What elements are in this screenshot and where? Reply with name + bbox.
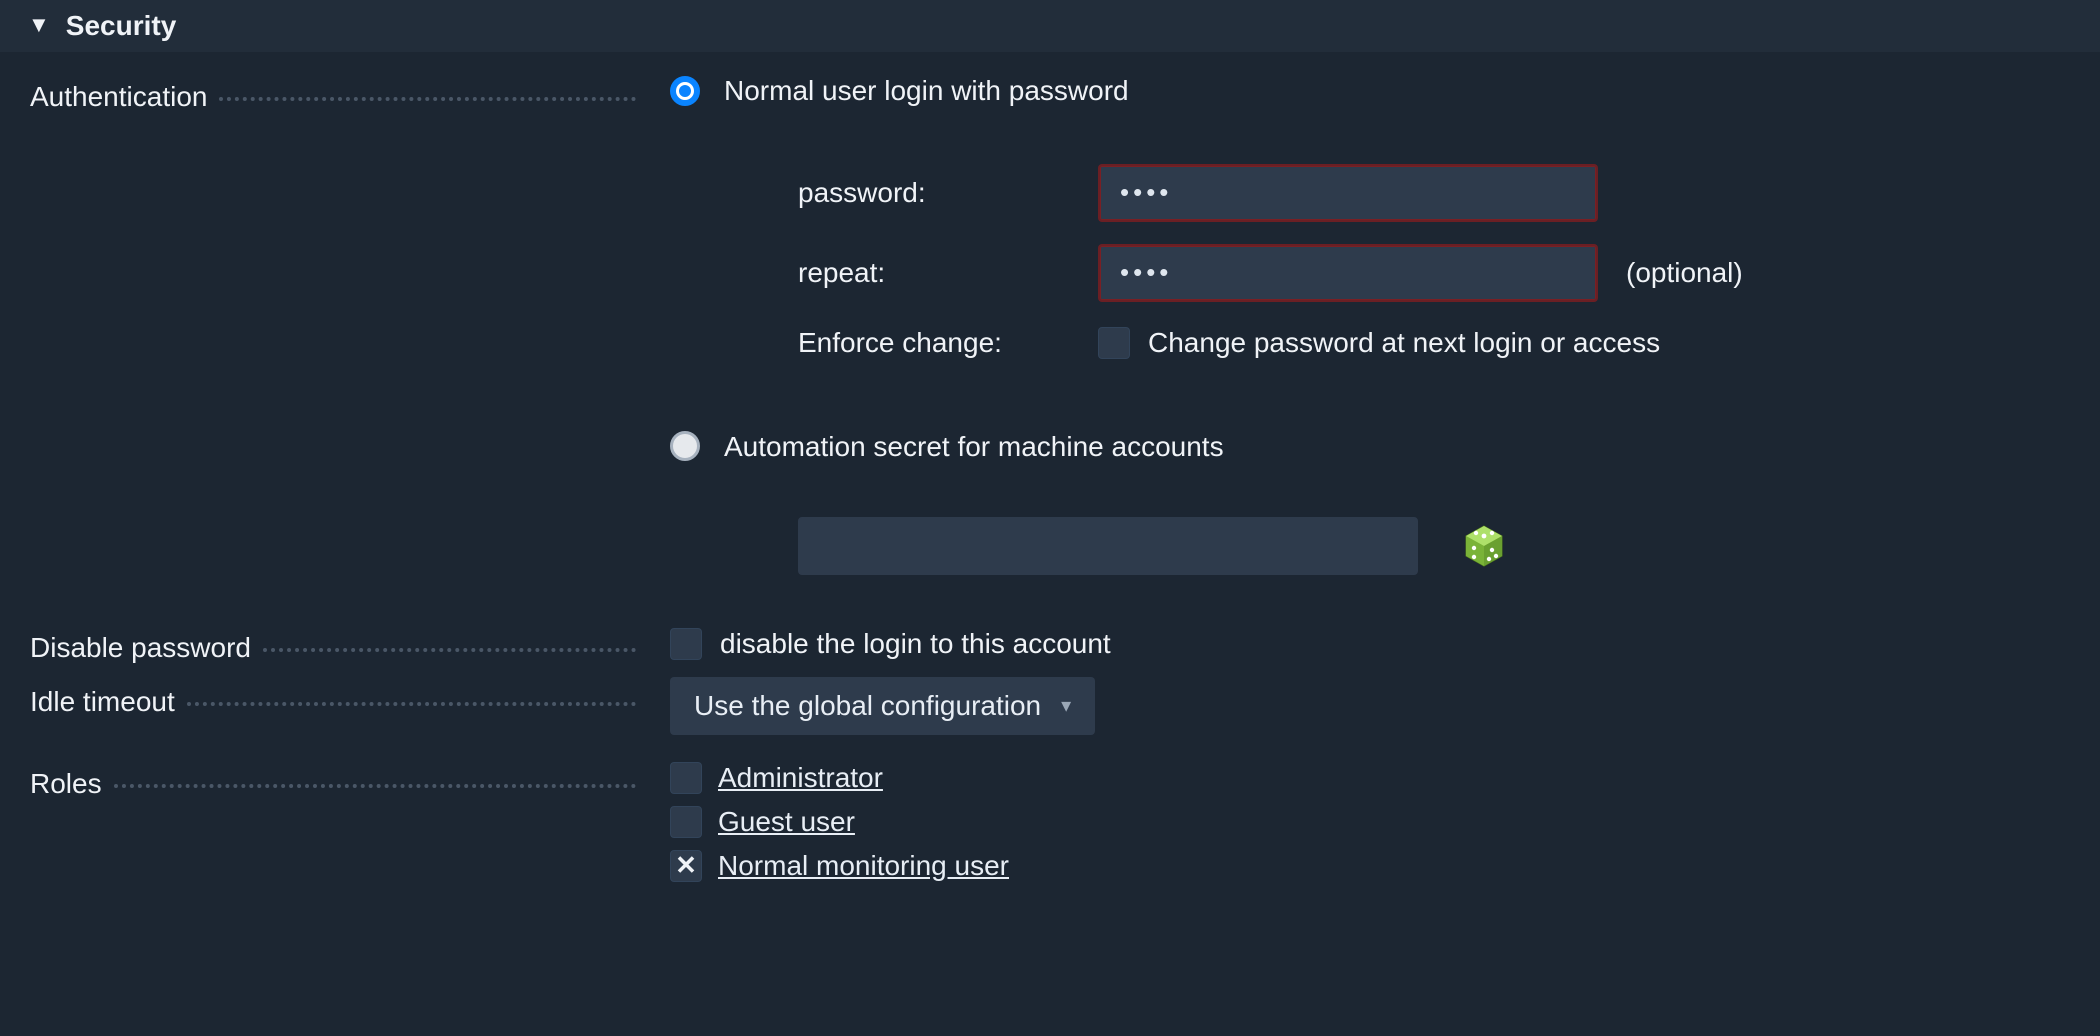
radio-automation-secret-label: Automation secret for machine accounts	[724, 428, 1224, 466]
row-authentication: Authentication Normal user login with pa…	[30, 72, 2100, 575]
dice-icon[interactable]	[1462, 524, 1506, 568]
label-col-authentication: Authentication	[30, 72, 670, 116]
checkbox-enforce-change[interactable]	[1098, 327, 1130, 359]
checkbox-disable-login[interactable]	[670, 628, 702, 660]
select-idle-timeout[interactable]: Use the global configuration ▾	[670, 677, 1095, 735]
automation-secret-block	[798, 517, 2100, 575]
label-roles: Roles	[30, 765, 108, 803]
dotted-leader	[263, 638, 636, 652]
enforce-change-text: Change password at next login or access	[1148, 324, 1660, 362]
radio-normal-login[interactable]: Normal user login with password	[670, 72, 2100, 110]
dotted-leader	[219, 87, 636, 101]
section-body: Authentication Normal user login with pa…	[0, 52, 2100, 939]
label-col-idle-timeout: Idle timeout	[30, 677, 670, 721]
checkbox-role-guest-user[interactable]	[670, 806, 702, 838]
label-col-disable-password: Disable password	[30, 623, 670, 667]
security-settings-page: ▼ Security Authentication Normal user lo…	[0, 0, 2100, 1036]
link-role-normal-monitoring-user[interactable]: Normal monitoring user	[718, 847, 1009, 885]
subrow-repeat: repeat: •••• (optional)	[798, 244, 2100, 302]
radio-unchecked-icon	[670, 431, 700, 461]
radio-checked-icon	[670, 76, 700, 106]
label-col-roles: Roles	[30, 759, 670, 803]
password-input[interactable]: ••••	[1098, 164, 1598, 222]
dotted-leader	[187, 692, 636, 706]
link-role-guest-user[interactable]: Guest user	[718, 803, 855, 841]
link-role-administrator[interactable]: Administrator	[718, 759, 883, 797]
collapse-triangle-icon: ▼	[28, 14, 50, 36]
role-administrator: Administrator	[670, 759, 2100, 797]
checkbox-role-normal-monitoring-user[interactable]: ✕	[670, 850, 702, 882]
select-idle-timeout-value: Use the global configuration	[694, 687, 1041, 725]
radio-normal-login-label: Normal user login with password	[724, 72, 1129, 110]
value-col-idle-timeout: Use the global configuration ▾	[670, 677, 2100, 735]
role-guest-user: Guest user	[670, 803, 2100, 841]
subrow-password: password: ••••	[798, 164, 2100, 222]
label-idle-timeout: Idle timeout	[30, 683, 181, 721]
label-enforce-change: Enforce change:	[798, 324, 1098, 362]
checkbox-role-administrator[interactable]	[670, 762, 702, 794]
disable-login-text: disable the login to this account	[720, 625, 1111, 663]
value-col-authentication: Normal user login with password password…	[670, 72, 2100, 575]
dotted-leader	[114, 774, 636, 788]
repeat-input[interactable]: ••••	[1098, 244, 1598, 302]
value-col-disable-password: disable the login to this account	[670, 623, 2100, 663]
row-roles: Roles Administrator Guest user ✕ Normal …	[30, 759, 2100, 890]
section-header-security[interactable]: ▼ Security	[0, 0, 2100, 52]
label-repeat: repeat:	[798, 254, 1098, 292]
password-block: password: •••• repeat: •••• (optional) E	[798, 164, 2100, 362]
value-col-roles: Administrator Guest user ✕ Normal monito…	[670, 759, 2100, 890]
label-disable-password: Disable password	[30, 629, 257, 667]
repeat-value: ••••	[1120, 255, 1172, 290]
row-idle-timeout: Idle timeout Use the global configuratio…	[30, 677, 2100, 735]
label-authentication: Authentication	[30, 78, 213, 116]
optional-hint: (optional)	[1626, 254, 1743, 292]
row-disable-password: Disable password disable the login to th…	[30, 623, 2100, 667]
automation-secret-input[interactable]	[798, 517, 1418, 575]
label-password: password:	[798, 174, 1098, 212]
subrow-enforce-change: Enforce change: Change password at next …	[798, 324, 2100, 362]
password-value: ••••	[1120, 175, 1172, 210]
radio-automation-secret[interactable]: Automation secret for machine accounts	[670, 428, 2100, 466]
role-normal-monitoring-user: ✕ Normal monitoring user	[670, 847, 2100, 885]
chevron-down-icon: ▾	[1061, 693, 1071, 720]
section-title: Security	[66, 7, 177, 45]
